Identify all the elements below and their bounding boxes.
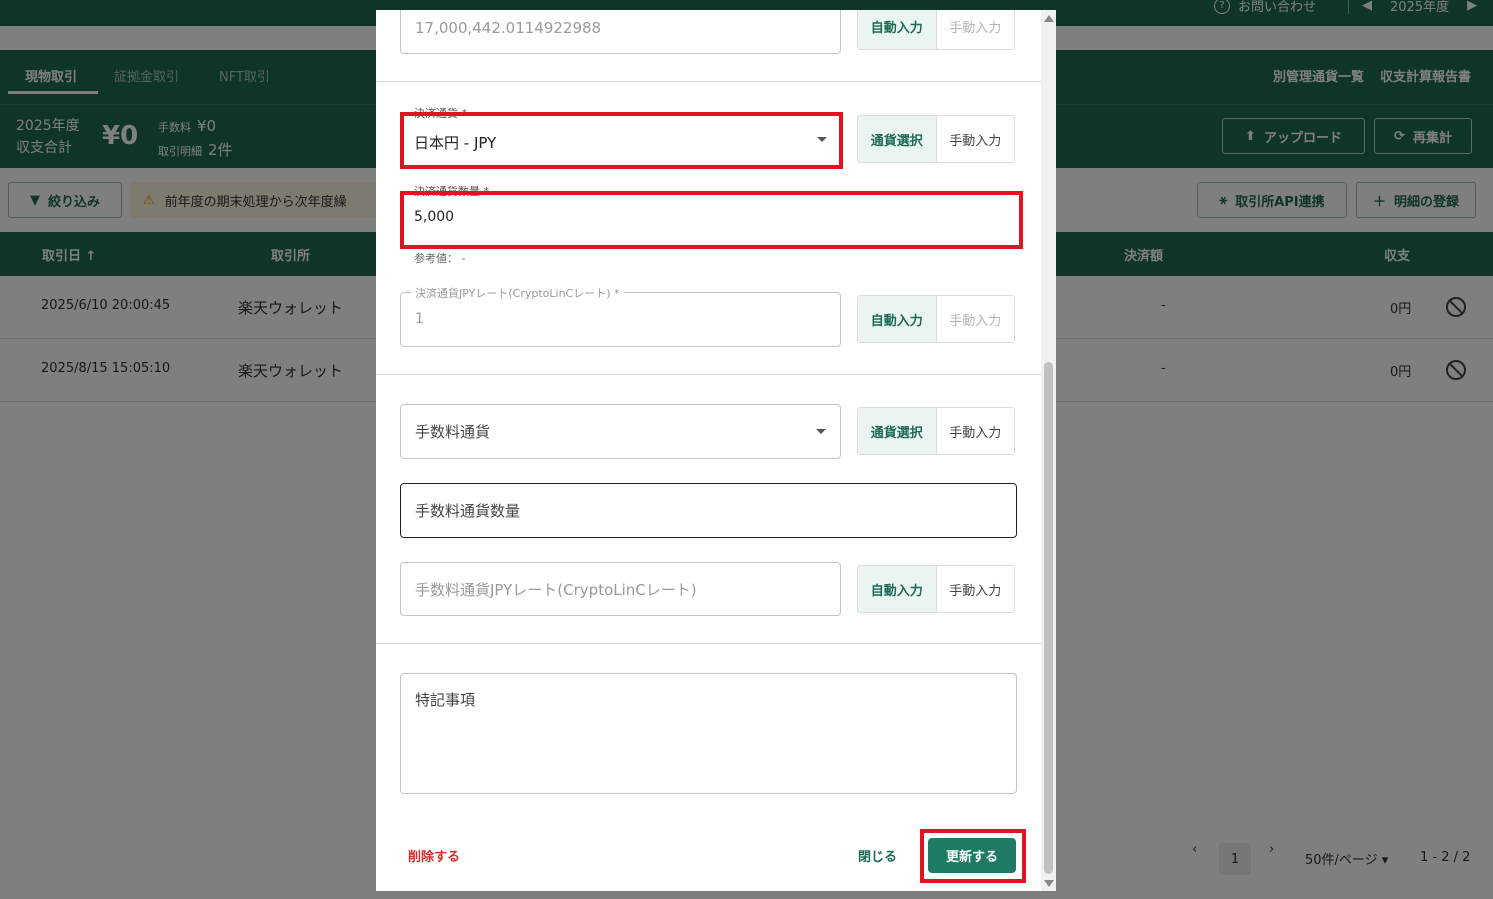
currency-select-button[interactable]: 通貨選択 (858, 408, 937, 454)
fee-rate-field[interactable]: 手数料通貨JPYレート(CryptoLinCレート) (400, 562, 841, 616)
update-button[interactable]: 更新する (928, 838, 1016, 873)
edit-transaction-dialog: 17,000,442.0114922988 自動入力 手動入力 決済通貨 * 日… (376, 10, 1056, 891)
manual-input-button[interactable]: 手動入力 (936, 408, 1014, 454)
dialog-scrollbar[interactable] (1041, 10, 1056, 891)
notes-placeholder: 特記事項 (415, 691, 476, 709)
settlement-amount-label: 決済通貨数量 * (410, 183, 493, 199)
currency-select-button[interactable]: 通貨選択 (858, 116, 937, 162)
auto-input-button[interactable]: 自動入力 (858, 296, 937, 342)
settlement-amount-field[interactable]: 決済通貨数量 * 5,000 (400, 183, 1021, 247)
settlement-rate-mode-toggle[interactable]: 自動入力 手動入力 (857, 295, 1015, 343)
settlement-rate-label: 決済通貨JPYレート(CryptoLinCレート) * (411, 285, 624, 301)
notes-textarea[interactable]: 特記事項 (400, 673, 1017, 794)
manual-input-button[interactable]: 手動入力 (936, 566, 1014, 612)
settlement-currency-select[interactable]: 決済通貨 * 日本円 - JPY (400, 105, 841, 167)
scrollbar-thumb[interactable] (1044, 362, 1053, 874)
settlement-rate-value: 1 (415, 311, 424, 327)
section-divider (376, 643, 1041, 644)
manual-input-button[interactable]: 手動入力 (936, 296, 1014, 342)
delete-button[interactable]: 削除する (408, 846, 460, 865)
amount-value: 17,000,442.0114922988 (415, 19, 602, 37)
section-divider (376, 81, 1041, 82)
chevron-down-icon (817, 137, 827, 142)
settlement-currency-mode-toggle[interactable]: 通貨選択 手動入力 (857, 115, 1015, 163)
fee-rate-placeholder: 手数料通貨JPYレート(CryptoLinCレート) (415, 581, 697, 599)
fee-rate-mode-toggle[interactable]: 自動入力 手動入力 (857, 565, 1015, 613)
scroll-up-icon[interactable] (1044, 15, 1054, 22)
settlement-rate-field[interactable]: 決済通貨JPYレート(CryptoLinCレート) * 1 (400, 285, 841, 347)
manual-input-button[interactable]: 手動入力 (936, 10, 1014, 49)
fee-amount-placeholder: 手数料通貨数量 (415, 502, 521, 520)
fee-currency-mode-toggle[interactable]: 通貨選択 手動入力 (857, 407, 1015, 455)
fee-currency-placeholder: 手数料通貨 (415, 423, 491, 441)
settlement-currency-value: 日本円 - JPY (414, 134, 497, 152)
auto-input-button[interactable]: 自動入力 (858, 566, 937, 612)
settlement-currency-label: 決済通貨 * (410, 105, 471, 121)
amount-field[interactable]: 17,000,442.0114922988 (400, 10, 841, 54)
auto-input-button[interactable]: 自動入力 (858, 10, 937, 49)
settlement-amount-value: 5,000 (414, 209, 455, 225)
manual-input-button[interactable]: 手動入力 (936, 116, 1014, 162)
fee-currency-select[interactable]: 手数料通貨 (400, 404, 841, 459)
reference-value-hint: 参考値： - (414, 252, 466, 265)
fee-amount-field[interactable]: 手数料通貨数量 (400, 483, 1017, 538)
close-button[interactable]: 閉じる (858, 846, 897, 865)
amount-mode-toggle[interactable]: 自動入力 手動入力 (857, 10, 1015, 50)
chevron-down-icon (816, 429, 826, 434)
section-divider (376, 374, 1041, 375)
scroll-down-icon[interactable] (1044, 880, 1054, 887)
